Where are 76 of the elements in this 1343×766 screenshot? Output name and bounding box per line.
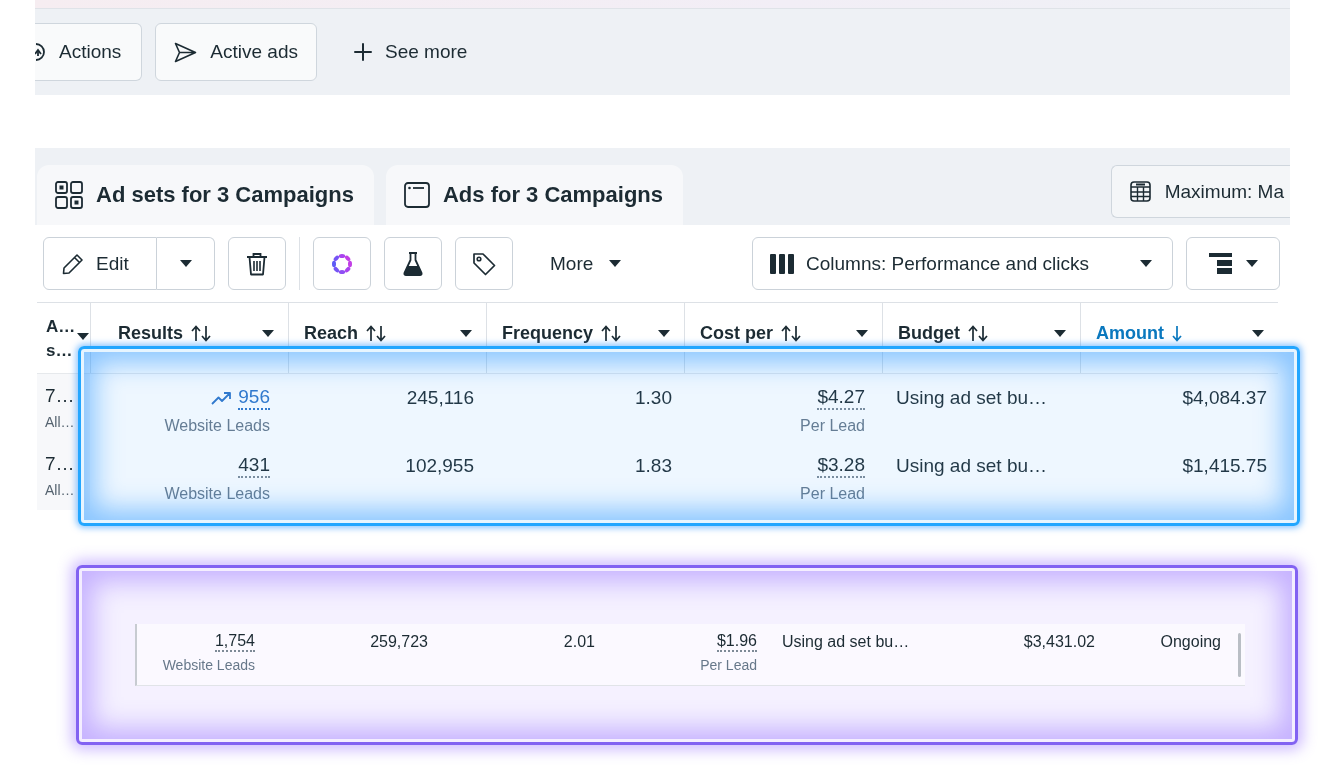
grid-icon	[55, 181, 83, 209]
pencil-icon	[62, 252, 84, 275]
table-icon	[1129, 181, 1151, 202]
column-header[interactable]: Amount	[1080, 303, 1278, 373]
column-header[interactable]: A… s…	[37, 303, 90, 373]
amount-spent-value: $4,084.37	[1182, 386, 1267, 410]
dropdown-caret-icon	[77, 333, 90, 340]
flask-icon	[403, 251, 423, 276]
tab[interactable]: Ads for 3 Campaigns	[385, 165, 683, 225]
tag-icon	[472, 251, 496, 276]
column-header[interactable]: Cost per	[684, 303, 882, 373]
reach-value: 259,723	[370, 632, 428, 652]
dropdown-caret-icon	[856, 330, 868, 337]
trash-icon	[246, 251, 268, 276]
flask-button[interactable]	[384, 237, 442, 290]
frequency-value: 1.83	[635, 454, 672, 478]
cost-link[interactable]: $3.28	[817, 454, 865, 478]
truncated-cell-text: 7…	[45, 453, 76, 475]
reach-value: 102,955	[405, 454, 474, 478]
reach-value: 245,116	[406, 386, 474, 410]
frequency-value: 1.30	[635, 386, 672, 410]
column-header[interactable]: Reach	[288, 303, 486, 373]
cost-link[interactable]: $1.96	[716, 632, 757, 652]
more-button[interactable]: More	[550, 237, 622, 290]
caret-icon	[1140, 260, 1152, 267]
dropdown-caret-icon	[658, 330, 670, 337]
budget-value: Using ad set bu…	[896, 454, 1048, 478]
truncated-cell-text: 7…	[45, 385, 76, 407]
trend-up-icon	[211, 391, 232, 405]
dot-ring-icon	[330, 251, 354, 276]
frequency-value: 2.01	[563, 632, 595, 652]
column-header[interactable]: Budget	[882, 303, 1080, 373]
stacked-bars-icon	[1208, 253, 1232, 274]
paper-plane-icon	[174, 41, 198, 63]
amount-spent-value: $1,415.75	[1182, 454, 1267, 478]
results-link[interactable]: 956	[238, 386, 270, 410]
columns-icon	[770, 253, 794, 274]
circular-arrow-icon	[35, 42, 45, 62]
view-menu-button[interactable]	[1186, 237, 1280, 290]
column-header[interactable]: Frequency	[486, 303, 684, 373]
tag-button[interactable]	[455, 237, 513, 290]
edit-button[interactable]: Edit	[43, 237, 157, 290]
dot-ring-button[interactable]	[313, 237, 371, 290]
truncated-cell-text: All…	[45, 482, 76, 499]
budget-value: Using ad set bu…	[896, 386, 1048, 410]
filter-button[interactable]: Actions	[35, 23, 143, 81]
result-type-label: Website Leads	[162, 657, 255, 673]
filter-button[interactable]: See more	[335, 23, 486, 81]
delete-button[interactable]	[228, 237, 286, 290]
cost-unit-label: Per Lead	[800, 417, 865, 435]
column-header[interactable]: Results	[90, 303, 288, 373]
caret-icon	[179, 260, 192, 267]
cost-link[interactable]: $4.27	[817, 386, 865, 410]
cost-unit-label: Per Lead	[800, 485, 865, 503]
window-icon	[403, 182, 430, 208]
dropdown-caret-icon	[460, 330, 472, 337]
caret-icon	[1245, 260, 1258, 267]
dropdown-caret-icon	[1054, 330, 1066, 337]
dropdown-caret-icon	[262, 330, 274, 337]
results-link[interactable]: 431	[238, 454, 270, 478]
truncated-cell-text: All…	[45, 414, 76, 431]
results-link[interactable]: 1,754	[214, 632, 255, 652]
tab[interactable]: Ad sets for 3 Campaigns	[37, 165, 374, 225]
budget-value: Using ad set bu…	[782, 632, 910, 652]
status-value: Ongoing	[1160, 632, 1221, 652]
result-type-label: Website Leads	[164, 417, 270, 435]
amount-spent-value: $3,431.02	[1023, 632, 1095, 652]
result-type-label: Website Leads	[164, 485, 270, 503]
filter-button[interactable]: Active ads	[155, 23, 317, 81]
dropdown-caret-icon	[1252, 330, 1264, 337]
caret-icon	[609, 260, 622, 267]
scrollbar	[1238, 632, 1241, 677]
cost-unit-label: Per Lead	[700, 657, 757, 673]
plus-icon	[353, 43, 372, 61]
columns-button[interactable]: Columns: Performance and clicks	[752, 237, 1173, 290]
attribution-button[interactable]: Maximum: Ma	[1110, 165, 1290, 218]
